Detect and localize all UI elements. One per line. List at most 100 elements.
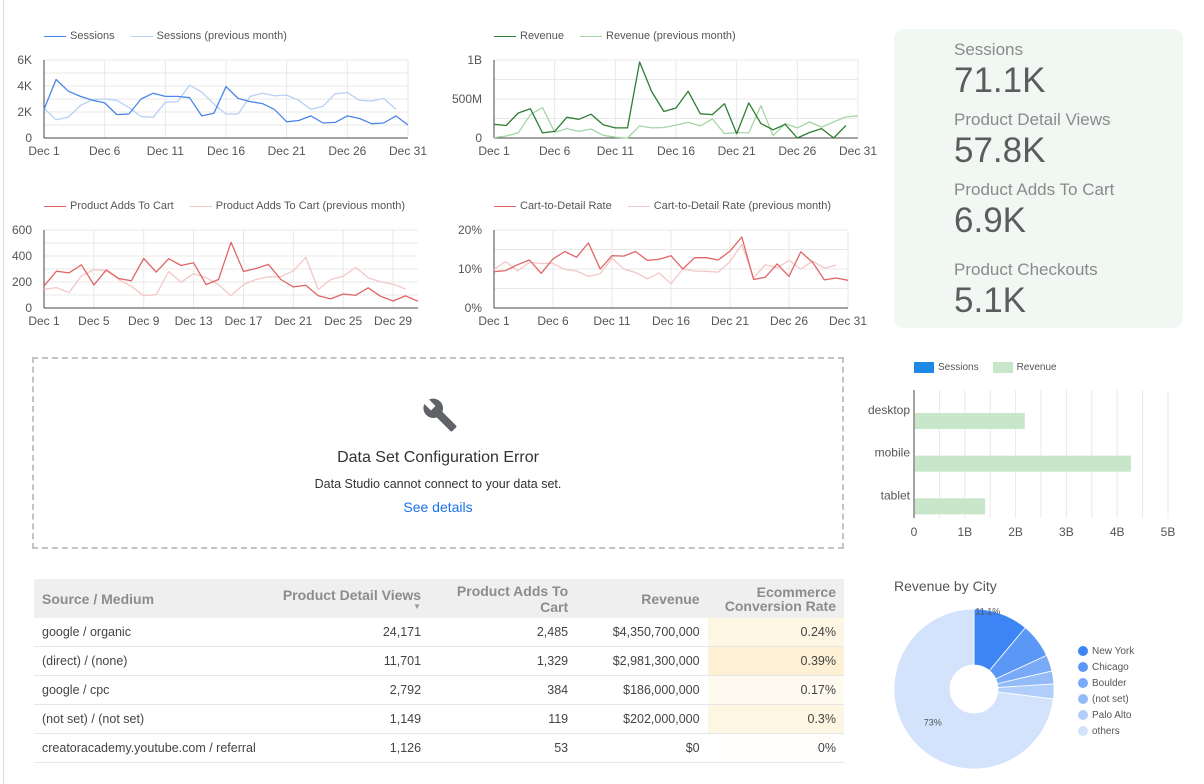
legend-item[interactable]: Revenue xyxy=(992,362,1057,373)
legend-item[interactable]: Revenue (previous month) xyxy=(580,30,736,42)
revenue-by-device-bar-chart[interactable]: 0 1B 2B 3B 4B 5B desktop mobile tablet xyxy=(855,380,1195,550)
series-line-previous[interactable] xyxy=(43,256,406,297)
x-tick-label: Dec 31 xyxy=(839,144,877,158)
cart-to-detail-rate-line-chart[interactable]: Dec 1 Dec 6 Dec 11 Dec 16 Dec 21 Dec 26 Dec 31… xyxy=(440,220,880,330)
legend-swatch xyxy=(189,205,212,207)
scorecard-product-checkouts[interactable]: Product Checkouts 5.1K xyxy=(954,260,1098,320)
scorecard-sessions[interactable]: Sessions 71.1K xyxy=(954,40,1045,100)
x-tick-label: Dec 6 xyxy=(539,144,571,158)
y-tick-label: 0 xyxy=(475,131,482,145)
legend-item[interactable]: Product Adds To Cart xyxy=(44,200,174,212)
device-bar-chart-legend: Sessions Revenue xyxy=(914,362,1057,373)
cell-product-adds-to-cart: 1,329 xyxy=(429,646,577,676)
cell-product-adds-to-cart: 2,485 xyxy=(429,618,577,647)
pie-chart-legend: New York Chicago Boulder (not set) Palo Alto… xyxy=(1078,643,1134,739)
revenue-by-city-pie-chart[interactable]: 11.1% 73% xyxy=(890,605,1060,775)
column-header-product-adds-to-cart[interactable]: Product Adds To Cart xyxy=(429,579,577,618)
x-tick-label: Dec 9 xyxy=(128,314,160,328)
series-line-previous[interactable] xyxy=(493,243,837,285)
legend-label: Sessions xyxy=(938,362,979,373)
x-tick-label: Dec 21 xyxy=(711,314,749,328)
legend-label: Sessions (previous month) xyxy=(156,30,287,42)
legend-label: (not set) xyxy=(1092,693,1129,705)
scorecard-product-adds-to-cart[interactable]: Product Adds To Cart 6.9K xyxy=(954,180,1114,240)
legend-item[interactable]: (not set) xyxy=(1078,691,1134,707)
column-header-product-detail-views[interactable]: Product Detail Views ▼ xyxy=(274,579,430,618)
column-header-source-medium[interactable]: Source / Medium xyxy=(34,579,275,618)
legend-item[interactable]: others xyxy=(1078,723,1134,739)
cell-conversion-rate: 0.39% xyxy=(707,646,844,676)
x-tick-label: Dec 11 xyxy=(597,144,634,158)
table-row[interactable]: creatoracademy.youtube.com / referral 1,1… xyxy=(34,733,844,763)
legend-swatch xyxy=(44,35,66,37)
x-tick-label: Dec 26 xyxy=(328,144,366,158)
sessions-chart-legend: Sessions Sessions (previous month) xyxy=(44,30,287,42)
x-tick-label: Dec 1 xyxy=(478,144,510,158)
x-tick-label: Dec 16 xyxy=(657,144,695,158)
legend-item[interactable]: Cart-to-Detail Rate xyxy=(494,200,612,212)
legend-swatch xyxy=(914,362,934,373)
cell-revenue: $0 xyxy=(576,733,708,763)
legend-dot xyxy=(1078,678,1088,688)
y-tick-label: 200 xyxy=(12,275,32,289)
y-tick-label: 10% xyxy=(458,262,482,276)
cell-product-detail-views: 2,792 xyxy=(274,675,430,705)
x-tick-label: Dec 1 xyxy=(478,314,510,328)
legend-item[interactable]: Palo Alto xyxy=(1078,707,1134,723)
x-tick-label: Dec 5 xyxy=(78,314,110,328)
sessions-line-chart[interactable]: Dec 1 Dec 6 Dec 11 Dec 16 Dec 21 Dec 26 Dec 31… xyxy=(0,50,430,160)
city-pie-svg: 11.1% 73% xyxy=(893,606,1055,770)
series-line-current[interactable] xyxy=(43,241,419,302)
legend-item[interactable]: Chicago xyxy=(1078,659,1134,675)
x-tick-label: 4B xyxy=(1110,525,1125,539)
bar-revenue[interactable] xyxy=(915,498,986,515)
legend-item[interactable]: New York xyxy=(1078,643,1134,659)
cell-product-detail-views: 1,149 xyxy=(274,704,430,734)
table-row[interactable]: google / organic 24,171 2,485 $4,350,700,00… xyxy=(34,618,844,647)
legend-swatch xyxy=(580,35,603,37)
cell-conversion-rate: 0.17% xyxy=(707,675,844,705)
table-row[interactable]: google / cpc 2,792 384 $186,000,000 0.17% xyxy=(34,675,844,705)
table-row[interactable]: (not set) / (not set) 1,149 119 $202,000,00… xyxy=(34,704,844,734)
cell-source-medium: creatoracademy.youtube.com / referral xyxy=(34,733,275,763)
x-tick-label: Dec 1 xyxy=(28,144,60,158)
scorecard-value: 57.8K xyxy=(954,131,1046,170)
see-details-link[interactable]: See details xyxy=(34,499,842,515)
pie-slice-label: 73% xyxy=(924,717,942,727)
revenue-line-chart[interactable]: Dec 1 Dec 6 Dec 11 Dec 16 Dec 21 Dec 26 Dec 31… xyxy=(440,50,880,160)
cell-source-medium: (direct) / (none) xyxy=(34,646,275,676)
column-header-revenue[interactable]: Revenue xyxy=(576,579,708,618)
column-header-ecommerce-conversion-rate[interactable]: Ecommerce Conversion Rate xyxy=(707,579,844,618)
legend-item[interactable]: Sessions (previous month) xyxy=(130,30,287,42)
cell-product-detail-views: 11,701 xyxy=(274,646,430,676)
scorecard-label: Product Detail Views xyxy=(954,110,1111,129)
adds-chart-legend: Product Adds To Cart Product Adds To Car… xyxy=(44,200,405,212)
x-tick-label: Dec 16 xyxy=(652,314,690,328)
x-tick-label: Dec 13 xyxy=(175,314,213,328)
bar-revenue[interactable] xyxy=(915,413,1025,429)
revenue-chart-svg: Dec 1 Dec 6 Dec 11 Dec 16 Dec 21 Dec 26 Dec 31… xyxy=(452,53,877,158)
legend-item[interactable]: Boulder xyxy=(1078,675,1134,691)
legend-item[interactable]: Sessions xyxy=(914,362,979,373)
legend-label: Product Adds To Cart (previous month) xyxy=(215,200,406,212)
scorecard-product-detail-views[interactable]: Product Detail Views 57.8K xyxy=(954,110,1111,170)
cell-product-adds-to-cart: 53 xyxy=(429,733,577,763)
table-row[interactable]: (direct) / (none) 11,701 1,329 $2,981,300,0… xyxy=(34,646,844,676)
pie-slice-label: 11.1% xyxy=(975,606,1000,616)
legend-label: Cart-to-Detail Rate xyxy=(520,200,612,212)
legend-item[interactable]: Revenue xyxy=(494,30,564,42)
cell-product-adds-to-cart: 119 xyxy=(429,704,577,734)
category-label: tablet xyxy=(881,488,911,502)
adds-chart-svg: Dec 1 Dec 5 Dec 9 Dec 13 Dec 17 Dec 21 Dec 25 D… xyxy=(12,223,419,328)
legend-item[interactable]: Cart-to-Detail Rate (previous month) xyxy=(627,200,831,212)
table-header-row: Source / Medium Product Detail Views ▼ P… xyxy=(34,579,844,618)
legend-item[interactable]: Product Adds To Cart (previous month) xyxy=(189,200,406,212)
cell-source-medium: google / organic xyxy=(34,618,275,647)
x-tick-label: Dec 25 xyxy=(324,314,362,328)
adds-to-cart-line-chart[interactable]: Dec 1 Dec 5 Dec 9 Dec 13 Dec 17 Dec 21 Dec 25 D… xyxy=(0,220,430,330)
legend-item[interactable]: Sessions xyxy=(44,30,115,42)
y-tick-label: 6K xyxy=(17,53,32,67)
bar-revenue[interactable] xyxy=(915,455,1131,472)
source-medium-table: Source / Medium Product Detail Views ▼ P… xyxy=(34,579,844,763)
series-line-previous[interactable] xyxy=(43,84,397,121)
